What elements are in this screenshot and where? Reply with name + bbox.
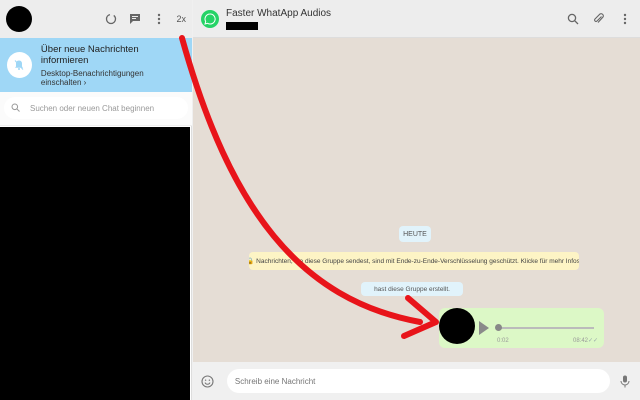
bell-off-icon: [7, 52, 32, 78]
search-icon: [11, 101, 20, 115]
notification-banner[interactable]: Über neue Nachrichten informieren Deskto…: [0, 38, 192, 92]
playback-speed-button[interactable]: 2x: [176, 14, 186, 24]
audio-progress-track[interactable]: [497, 327, 594, 329]
redacted-participants: [226, 21, 258, 30]
sidebar-header: 2x: [0, 0, 192, 38]
play-icon[interactable]: [479, 321, 489, 335]
avatar[interactable]: [6, 6, 32, 32]
microphone-icon[interactable]: [618, 374, 632, 388]
chat-menu-icon[interactable]: [618, 12, 632, 26]
new-chat-icon[interactable]: [128, 12, 142, 26]
chat-header[interactable]: Faster WhatApp Audios: [193, 0, 640, 38]
menu-icon[interactable]: [152, 12, 166, 26]
sender-avatar: [439, 308, 475, 344]
sidebar-toolbar: 2x: [104, 12, 186, 26]
sidebar: 2x Über neue Nachrichten informieren Des…: [0, 0, 192, 400]
read-receipt-icon: ✓✓: [587, 338, 598, 344]
emoji-icon[interactable]: [201, 374, 215, 388]
message-time: 08:42: [572, 338, 588, 344]
attach-icon[interactable]: [592, 12, 606, 26]
search-icon[interactable]: [566, 12, 580, 26]
search-placeholder: Suchen oder neuen Chat beginnen: [30, 103, 155, 113]
whatsapp-logo-icon: [201, 9, 219, 28]
encryption-notice[interactable]: 🔒 Nachrichten, die diese Gruppe sendest,…: [249, 252, 579, 270]
audio-message: 0:02 08:42 ✓✓: [439, 308, 604, 348]
date-badge: HEUTE: [399, 226, 431, 242]
notification-link[interactable]: Desktop-Benachrichtigungen einschalten ›: [41, 69, 185, 87]
chat-panel: Faster WhatApp Audios HEUTE 🔒 Nachrichte…: [193, 0, 640, 400]
audio-progress-knob[interactable]: [495, 324, 502, 331]
group-created-notice: hast diese Gruppe erstellt.: [361, 282, 463, 296]
search-input[interactable]: Suchen oder neuen Chat beginnen: [4, 97, 188, 119]
notification-title: Über neue Nachrichten informieren: [40, 43, 139, 66]
chat-title: Faster WhatApp Audios: [226, 7, 332, 19]
chat-list[interactable]: [0, 127, 190, 400]
audio-duration: 0:02: [497, 338, 509, 344]
composer: [193, 362, 640, 400]
message-input[interactable]: [226, 369, 611, 393]
search-bar: Suchen oder neuen Chat beginnen: [0, 92, 192, 126]
status-icon[interactable]: [104, 12, 118, 26]
